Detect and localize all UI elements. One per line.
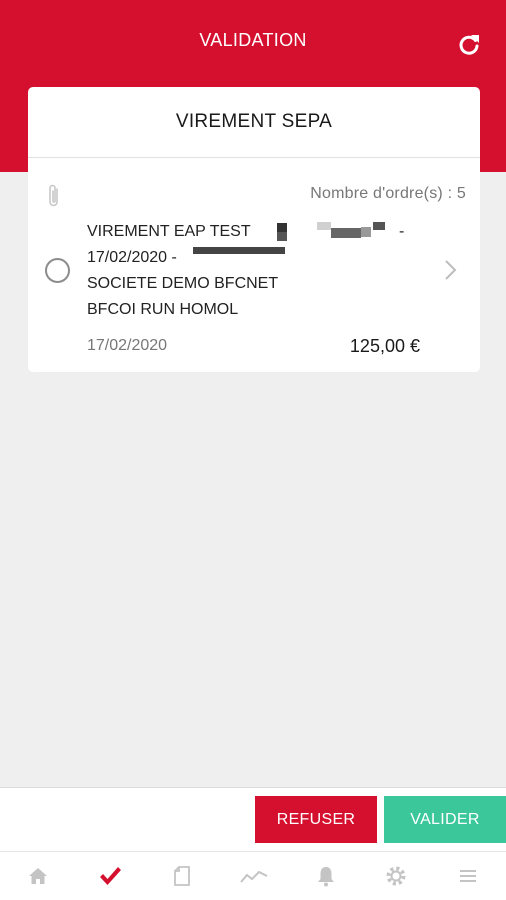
redacted-block xyxy=(373,222,385,230)
order-count: Nombre d'ordre(s) : 5 xyxy=(310,185,466,203)
item-line-3: SOCIETE DEMO BFCNET xyxy=(87,275,279,292)
redacted-block xyxy=(277,232,287,241)
refuse-button[interactable]: REFUSER xyxy=(255,796,377,843)
bottom-nav xyxy=(0,851,506,900)
item-select-radio[interactable] xyxy=(45,258,70,283)
item-line-2: 17/02/2020 - xyxy=(87,245,417,271)
paperclip-icon xyxy=(46,183,62,209)
redacted-block xyxy=(331,228,361,238)
refresh-icon[interactable] xyxy=(456,32,482,58)
redacted-block xyxy=(317,222,331,230)
order-count-value: 5 xyxy=(456,185,466,202)
item-line-4: BFCOI RUN HOMOL xyxy=(87,301,239,318)
card-title: VIREMENT SEPA xyxy=(175,111,333,132)
item-line-1: VIREMENT EAP TEST - xyxy=(87,219,417,245)
item-title-suffix: - xyxy=(399,223,405,240)
card-header: VIREMENT SEPA xyxy=(28,87,480,158)
chart-line-icon[interactable] xyxy=(240,864,268,888)
transfer-card: VIREMENT SEPA Nombre d'ordre(s) : 5 VIRE… xyxy=(28,87,480,372)
redacted-block xyxy=(277,223,287,232)
redacted-block xyxy=(361,227,371,237)
item-title: VIREMENT EAP TEST xyxy=(87,223,251,240)
validate-button[interactable]: VALIDER xyxy=(384,796,506,843)
transfer-item[interactable]: VIREMENT EAP TEST - 17/02/2020 - SOCIETE… xyxy=(87,219,417,323)
gear-icon[interactable] xyxy=(384,864,408,888)
item-date: 17/02/2020 xyxy=(87,337,168,354)
item-amount: 125,00 € xyxy=(349,336,420,356)
bell-icon[interactable] xyxy=(314,864,338,888)
checkmark-icon[interactable] xyxy=(98,864,122,888)
document-icon[interactable] xyxy=(170,864,194,888)
item-date-ref: 17/02/2020 - xyxy=(87,249,177,266)
chevron-right-icon[interactable] xyxy=(442,257,458,283)
order-count-label: Nombre d'ordre(s) : xyxy=(310,185,453,202)
home-icon[interactable] xyxy=(26,864,50,888)
page-title: VALIDATION xyxy=(199,30,307,50)
action-bar: REFUSER VALIDER xyxy=(0,787,506,851)
menu-icon[interactable] xyxy=(456,864,480,888)
redacted-block xyxy=(193,247,285,254)
